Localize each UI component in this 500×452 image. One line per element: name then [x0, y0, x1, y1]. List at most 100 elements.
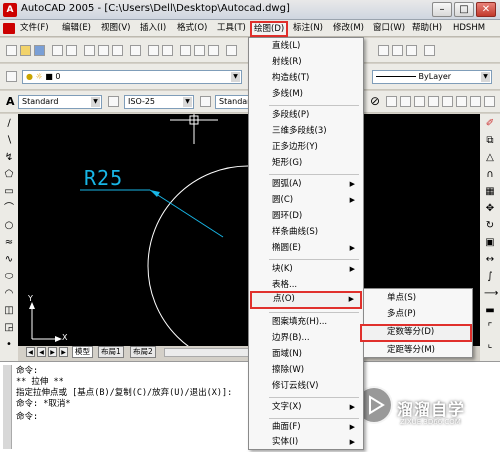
no-symbol-icon[interactable]: ⊘	[370, 94, 380, 108]
plot-icon[interactable]	[52, 45, 63, 56]
menu-item-boundary[interactable]: 边界(B)...	[249, 330, 363, 346]
menu-insert[interactable]: 插入(I)	[138, 20, 168, 37]
new-file-icon[interactable]	[6, 45, 17, 56]
prev-tab-icon[interactable]: ◀	[37, 347, 46, 357]
erase-icon[interactable]: ✐	[484, 118, 496, 130]
menu-item-hatch[interactable]: 图案填充(H)...	[249, 314, 363, 330]
document-icon[interactable]	[3, 23, 15, 34]
paste-icon[interactable]	[112, 45, 123, 56]
menu-item-3d-polyline[interactable]: 三维多段线(3)	[249, 123, 363, 139]
menu-dimension[interactable]: 标注(N)	[291, 20, 325, 37]
menu-view[interactable]: 视图(V)	[99, 20, 132, 37]
rotate-icon[interactable]: ↻	[484, 220, 496, 232]
menu-tools[interactable]: 工具(T)	[215, 20, 248, 37]
next-tab-icon[interactable]: ▶	[48, 347, 57, 357]
menu-item-construction-line[interactable]: 构造线(T)	[249, 70, 363, 86]
table-style-dropdown[interactable]: Standard	[215, 95, 249, 109]
array-icon[interactable]: ▦	[484, 186, 496, 198]
first-tab-icon[interactable]: ◀	[26, 347, 35, 357]
menu-edit[interactable]: 编辑(E)	[60, 20, 93, 37]
polygon-icon[interactable]: ⬠	[3, 169, 15, 181]
plot-preview-icon[interactable]	[66, 45, 77, 56]
linetype-dropdown[interactable]: ByLayer ▼	[372, 70, 492, 84]
pan-icon[interactable]	[180, 45, 191, 56]
menu-item-rectangle[interactable]: 矩形(G)	[249, 155, 363, 171]
menu-item-circle[interactable]: 圆(C) ▶	[249, 192, 363, 208]
dim-ordinate-icon[interactable]	[414, 96, 425, 107]
menu-modify[interactable]: 修改(M)	[331, 20, 366, 37]
close-button[interactable]: ✕	[476, 2, 496, 17]
polyline-icon[interactable]: ↯	[3, 152, 15, 164]
menu-draw[interactable]: 绘图(D)	[250, 21, 289, 37]
menu-item-ray[interactable]: 射线(R)	[249, 54, 363, 70]
arc-icon[interactable]: ⌒	[3, 203, 15, 215]
menu-item-polygon[interactable]: 正多边形(Y)	[249, 139, 363, 155]
save-icon[interactable]	[34, 45, 45, 56]
dimension-style-dropdown[interactable]: ISO-25 ▼	[124, 95, 194, 109]
dim-aligned-icon[interactable]	[400, 96, 411, 107]
menu-item-line[interactable]: 直线(L)	[249, 38, 363, 54]
ellipse-arc-icon[interactable]: ◠	[3, 288, 15, 300]
menu-item-revision-cloud[interactable]: 修订云线(V)	[249, 378, 363, 394]
menu-format[interactable]: 格式(O)	[175, 20, 209, 37]
menu-item-polyline[interactable]: 多段线(P)	[249, 107, 363, 123]
match-properties-icon[interactable]	[130, 45, 141, 56]
menu-item-single-point[interactable]: 单点(S)	[364, 290, 472, 306]
zoom-window-icon[interactable]	[208, 45, 219, 56]
cut-icon[interactable]	[84, 45, 95, 56]
menu-item-region[interactable]: 面域(N)	[249, 346, 363, 362]
menu-item-wipeout[interactable]: 擦除(W)	[249, 362, 363, 378]
menu-window[interactable]: 窗口(W)	[371, 20, 407, 37]
menu-item-spline[interactable]: 样条曲线(S)	[249, 224, 363, 240]
dim-diameter-icon[interactable]	[442, 96, 453, 107]
construction-line-icon[interactable]: ∖	[3, 135, 15, 147]
insert-block-icon[interactable]: ◫	[3, 305, 15, 317]
zoom-previous-icon[interactable]	[226, 45, 237, 56]
dimension-style-icon[interactable]	[108, 96, 119, 107]
dim-radius-icon[interactable]	[428, 96, 439, 107]
zoom-realtime-icon[interactable]	[194, 45, 205, 56]
redo-icon[interactable]	[162, 45, 173, 56]
menu-item-point[interactable]: 点(O) ▶	[250, 291, 362, 309]
menu-item-multiple-points[interactable]: 多点(P)	[364, 306, 472, 322]
tab-model[interactable]: 模型	[72, 346, 93, 358]
tab-layout2[interactable]: 布局2	[130, 346, 156, 358]
minimize-button[interactable]: –	[432, 2, 452, 17]
help-icon[interactable]	[424, 45, 435, 56]
command-window-grip[interactable]	[3, 365, 12, 449]
break-icon[interactable]: ▬	[484, 305, 496, 317]
tab-layout1[interactable]: 布局1	[98, 346, 124, 358]
menu-item-multiline[interactable]: 多线(M)	[249, 86, 363, 102]
fillet-icon[interactable]: ⌞	[484, 339, 496, 351]
command-prompt[interactable]: 命令:	[16, 410, 38, 422]
menu-item-ellipse[interactable]: 椭圆(E) ▶	[249, 240, 363, 256]
point-icon[interactable]: •	[3, 339, 15, 351]
ellipse-icon[interactable]: ⬭	[3, 271, 15, 283]
dim-quick-icon[interactable]	[470, 96, 481, 107]
menu-item-surfaces[interactable]: 曲面(F) ▶	[249, 419, 363, 435]
mirror-icon[interactable]: △	[484, 152, 496, 164]
copy-icon[interactable]	[98, 45, 109, 56]
menu-item-text[interactable]: 文字(X) ▶	[249, 399, 363, 415]
last-tab-icon[interactable]: ▶	[59, 347, 68, 357]
chamfer-icon[interactable]: ⌜	[484, 322, 496, 334]
offset-icon[interactable]: ∩	[484, 169, 496, 181]
layer-dropdown[interactable]: ● ☼ ■ 0 ▼	[22, 70, 242, 84]
menu-item-measure[interactable]: 定距等分(M)	[364, 342, 472, 358]
menu-file[interactable]: 文件(F)	[18, 20, 51, 37]
menu-item-arc[interactable]: 圆弧(A) ▶	[249, 176, 363, 192]
dim-baseline-icon[interactable]	[484, 96, 495, 107]
menu-item-donut[interactable]: 圆环(D)	[249, 208, 363, 224]
table-style-icon[interactable]	[200, 96, 211, 107]
trim-icon[interactable]: ∫	[484, 271, 496, 283]
menu-hdshm[interactable]: HDSHM	[451, 20, 487, 37]
move-icon[interactable]: ✥	[484, 203, 496, 215]
menu-item-solids[interactable]: 实体(I) ▶	[249, 434, 363, 450]
extend-icon[interactable]: ⟶	[484, 288, 498, 300]
rectangle-icon[interactable]: ▭	[3, 186, 15, 198]
menu-item-divide[interactable]: 定数等分(D)	[360, 324, 472, 342]
radius-dimension-line[interactable]	[149, 189, 224, 238]
tool-palettes-icon[interactable]	[406, 45, 417, 56]
autocad-app-icon[interactable]: A	[3, 3, 17, 17]
spline-icon[interactable]: ∿	[3, 254, 15, 266]
